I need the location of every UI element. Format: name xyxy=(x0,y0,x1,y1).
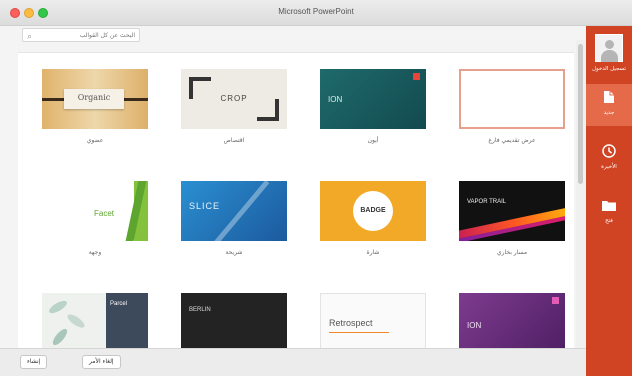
template-badge[interactable]: BADGE شارة xyxy=(320,181,426,256)
thumbnail-text: Facet xyxy=(94,209,115,218)
new-document-icon xyxy=(604,91,614,103)
template-label: شريحة xyxy=(225,249,243,256)
powerpoint-window: Microsoft PowerPoint ⌕ Organic عضوي CROP… xyxy=(0,0,632,376)
template-label: عضوي xyxy=(86,137,104,144)
template-berlin[interactable]: BERLIN xyxy=(181,293,287,348)
template-label: شارة xyxy=(366,249,380,256)
nav-item-open[interactable]: فتح xyxy=(586,192,632,234)
thumbnail-text: BADGE xyxy=(360,207,386,214)
template-thumbnail[interactable]: VAPOR TRAIL xyxy=(459,181,565,241)
gallery-scrollbar[interactable] xyxy=(576,40,586,348)
template-vapor-trail[interactable]: VAPOR TRAIL مسار بخاري xyxy=(459,181,565,256)
user-avatar[interactable] xyxy=(595,34,623,62)
template-thumbnail[interactable]: Retrospect xyxy=(320,293,426,348)
nav-label-open: فتح xyxy=(605,218,613,224)
window-title: Microsoft PowerPoint xyxy=(278,7,354,16)
thumbnail-text: ION xyxy=(467,321,482,330)
cancel-button[interactable]: إلغاء الأمر xyxy=(82,355,121,369)
thumbnail-text: ION xyxy=(328,95,343,104)
template-gallery: Organic عضوي CROP اقتصاص ION أيون عرض تق… xyxy=(18,52,574,348)
avatar-head xyxy=(605,40,614,49)
template-organic[interactable]: Organic عضوي xyxy=(42,69,148,144)
template-facet[interactable]: Facet وجهة xyxy=(42,181,148,256)
search-icon: ⌕ xyxy=(27,31,33,41)
template-label: وجهة xyxy=(88,249,102,256)
nav-label-new: جديد xyxy=(603,110,615,116)
sidebar: تسجيل الدخول جديد الأخيرة فتح xyxy=(586,26,632,376)
template-ion[interactable]: ION أيون xyxy=(320,69,426,144)
template-thumbnail[interactable]: BERLIN xyxy=(181,293,287,348)
template-label: مسار بخاري xyxy=(496,249,528,256)
avatar-body xyxy=(601,50,618,62)
nav-item-recent[interactable]: الأخيرة xyxy=(586,138,632,180)
template-thumbnail[interactable]: Organic xyxy=(42,69,148,129)
title-bar: Microsoft PowerPoint xyxy=(0,0,632,26)
dialog-footer: إنشاء إلغاء الأمر xyxy=(0,348,586,376)
thumbnail-text: Parcel xyxy=(110,301,128,307)
thumbnail-text: CROP xyxy=(220,94,248,103)
nav-item-new[interactable]: جديد xyxy=(586,84,632,126)
template-label: أيون xyxy=(367,137,379,144)
template-parcel[interactable]: Parcel xyxy=(42,293,148,348)
template-ion-boardroom[interactable]: ION xyxy=(459,293,565,348)
template-crop[interactable]: CROP اقتصاص xyxy=(181,69,287,144)
template-label: عرض تقديمي فارغ xyxy=(488,137,536,144)
template-thumbnail[interactable]: Parcel xyxy=(42,293,148,348)
template-search-bar[interactable]: ⌕ xyxy=(22,28,140,42)
folder-icon xyxy=(602,201,616,211)
thumbnail-text: SLICE xyxy=(189,201,221,211)
search-input[interactable] xyxy=(39,29,135,41)
template-thumbnail[interactable] xyxy=(459,69,565,129)
template-label: اقتصاص xyxy=(223,137,245,144)
template-thumbnail[interactable]: ION xyxy=(459,293,565,348)
template-thumbnail[interactable]: SLICE xyxy=(181,181,287,241)
clock-icon xyxy=(602,144,616,158)
nav-label-recent: الأخيرة xyxy=(601,164,617,170)
template-retrospect[interactable]: Retrospect xyxy=(320,293,426,348)
scrollbar-thumb[interactable] xyxy=(578,44,583,184)
template-blank[interactable]: عرض تقديمي فارغ xyxy=(459,69,565,144)
create-button[interactable]: إنشاء xyxy=(20,355,48,369)
template-slice[interactable]: SLICE شريحة xyxy=(181,181,287,256)
template-thumbnail[interactable]: ION xyxy=(320,69,426,129)
template-thumbnail[interactable]: CROP xyxy=(181,69,287,129)
thumbnail-text: Retrospect xyxy=(329,318,373,328)
thumbnail-text: BERLIN xyxy=(189,307,211,313)
thumbnail-text: VAPOR TRAIL xyxy=(467,199,507,205)
sign-in-label[interactable]: تسجيل الدخول xyxy=(586,66,632,72)
template-thumbnail[interactable]: BADGE xyxy=(320,181,426,241)
template-thumbnail[interactable]: Facet xyxy=(42,181,148,241)
thumbnail-text: Organic xyxy=(77,93,111,102)
